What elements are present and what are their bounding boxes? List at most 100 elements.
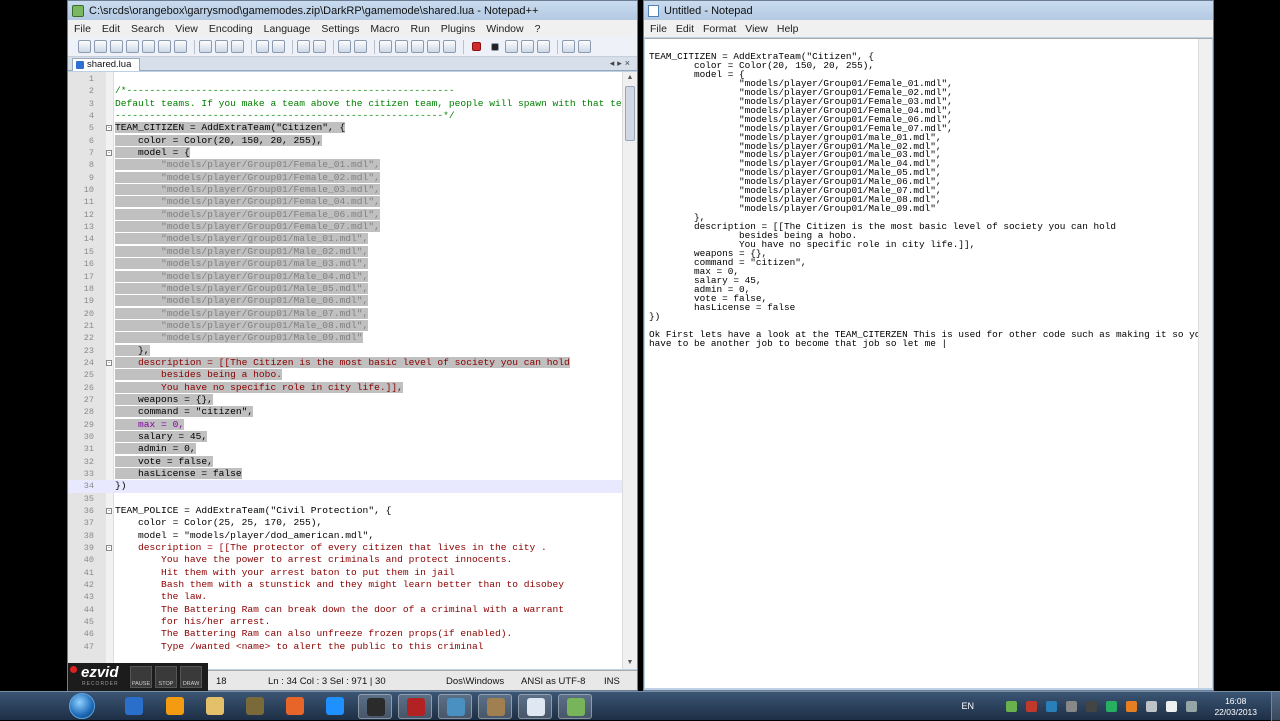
code-line[interactable]: 41 Hit them with your arrest baton to pu…: [68, 567, 622, 579]
code-line[interactable]: 22 "models/player/Group01/Male_09.mdl": [68, 332, 622, 344]
save-macro-icon[interactable]: [537, 40, 550, 53]
npp-titlebar[interactable]: C:\srcds\orangebox\garrysmod\gamemodes.z…: [68, 1, 637, 20]
code-line[interactable]: 6 color = Color(20, 150, 20, 255),: [68, 134, 622, 147]
code-line[interactable]: 23 },: [68, 344, 622, 357]
run-macro-multiple-icon[interactable]: [521, 40, 534, 53]
code-line[interactable]: 9 "models/player/Group01/Female_02.mdl",: [68, 171, 622, 184]
network-icon[interactable]: [1146, 701, 1157, 712]
notepad-menu-format[interactable]: Format: [703, 23, 736, 35]
code-line[interactable]: 36 - TEAM_POLICE = AddExtraTeam("Civil Pro…: [68, 505, 622, 517]
close-all-icon[interactable]: [158, 40, 171, 53]
notepad-titlebar[interactable]: Untitled - Notepad: [644, 1, 1213, 20]
taskbar-firefox-button[interactable]: [278, 694, 312, 719]
code-line[interactable]: 11 "models/player/Group01/Female_04.mdl"…: [68, 196, 622, 208]
open-file-icon[interactable]: [94, 40, 107, 53]
tray-app-icon[interactable]: [1046, 701, 1057, 712]
code-line[interactable]: 28 command = "citizen",: [68, 406, 622, 418]
notepad-menu-file[interactable]: File: [650, 23, 667, 35]
code-line[interactable]: 33 hasLicense = false: [68, 468, 622, 480]
code-line[interactable]: 37 color = Color(25, 25, 170, 255),: [68, 517, 622, 529]
fold-toggle-icon[interactable]: -: [106, 125, 112, 132]
print-icon[interactable]: [174, 40, 187, 53]
npp-menu-file[interactable]: File: [74, 23, 91, 35]
notepad-menu-view[interactable]: View: [745, 23, 768, 35]
indent-guide-icon[interactable]: [443, 40, 456, 53]
code-line[interactable]: 10 "models/player/Group01/Female_03.mdl"…: [68, 184, 622, 196]
code-line[interactable]: 45 for his/her arrest.: [68, 616, 622, 628]
npp-menu-run[interactable]: Run: [411, 23, 430, 35]
code-line[interactable]: 40 You have the power to arrest criminal…: [68, 554, 622, 566]
vertical-scrollbar[interactable]: ▲ ▼: [622, 72, 637, 669]
zoom-in-icon[interactable]: [338, 40, 351, 53]
spellcheck-icon[interactable]: [578, 40, 591, 53]
fold-toggle-icon[interactable]: -: [106, 545, 112, 552]
draw-button[interactable]: DRAW: [180, 666, 202, 688]
code-line[interactable]: 47 Type /wanted <name> to alert the publ…: [68, 641, 622, 653]
npp-menu-[interactable]: ?: [535, 23, 541, 35]
npp-menu-language[interactable]: Language: [264, 23, 311, 35]
show-all-chars-icon[interactable]: [427, 40, 440, 53]
copy-icon[interactable]: [215, 40, 228, 53]
code-line[interactable]: 18 "models/player/Group01/Male_05.mdl",: [68, 282, 622, 295]
tab-scroll-arrows-icon[interactable]: ◂▸×: [610, 58, 633, 69]
code-line[interactable]: 29 max = 0,: [68, 418, 622, 431]
redo-icon[interactable]: [272, 40, 285, 53]
code-line[interactable]: 8 "models/player/Group01/Female_01.mdl",: [68, 159, 622, 171]
code-line[interactable]: 26 You have no specific role in city lif…: [68, 381, 622, 394]
word-wrap-icon[interactable]: [411, 40, 424, 53]
code-line[interactable]: 20 "models/player/Group01/Male_07.mdl",: [68, 307, 622, 320]
scroll-down-icon[interactable]: ▼: [623, 657, 637, 669]
npp-menu-search[interactable]: Search: [131, 23, 164, 35]
code-line[interactable]: 4 ---------------------------------------…: [68, 110, 622, 122]
tab-shared-lua[interactable]: shared.lua: [72, 58, 141, 71]
scroll-thumb[interactable]: [625, 86, 635, 141]
find-icon[interactable]: [297, 40, 310, 53]
code-line[interactable]: 13 "models/player/Group01/Female_07.mdl"…: [68, 221, 622, 233]
fold-toggle-icon[interactable]: -: [106, 359, 112, 366]
npp-menu-edit[interactable]: Edit: [102, 23, 120, 35]
fold-toggle-icon[interactable]: -: [106, 508, 112, 515]
code-line[interactable]: 39 - description = [[The protector of eve…: [68, 542, 622, 554]
code-line[interactable]: 46 The Battering Ram can also unfreeze f…: [68, 628, 622, 640]
taskbar-gimp-button[interactable]: [478, 694, 512, 719]
code-line[interactable]: 17 "models/player/Group01/Male_04.mdl",: [68, 270, 622, 283]
code-line[interactable]: 30 salary = 45,: [68, 430, 622, 443]
code-line[interactable]: 5 - TEAM_CITIZEN = AddExtraTeam("Citizen",…: [68, 122, 622, 134]
sync-horizontal-icon[interactable]: [395, 40, 408, 53]
code-line[interactable]: 15 "models/player/Group01/Male_02.mdl",: [68, 245, 622, 258]
stop-button[interactable]: STOP: [155, 666, 177, 688]
start-button[interactable]: [69, 693, 95, 719]
code-line[interactable]: 2 /*-------------------------------------…: [68, 85, 622, 97]
taskbar-folder-button[interactable]: [198, 694, 232, 719]
taskbar-filezilla-button[interactable]: [398, 694, 432, 719]
code-line[interactable]: 44 The Battering Ram can break down the …: [68, 604, 622, 616]
npp-menu-macro[interactable]: Macro: [370, 23, 399, 35]
save-all-icon[interactable]: [126, 40, 139, 53]
code-editor[interactable]: 1 2/*------------------------------------…: [68, 72, 637, 669]
notepad-menu-help[interactable]: Help: [777, 23, 799, 35]
battery-icon[interactable]: [1186, 701, 1197, 712]
code-line[interactable]: 31 admin = 0,: [68, 443, 622, 455]
taskbar-media-player-button[interactable]: [158, 694, 192, 719]
code-line[interactable]: 19 "models/player/Group01/Male_06.mdl",: [68, 295, 622, 307]
code-line[interactable]: 32 vote = false,: [68, 455, 622, 468]
code-line[interactable]: 12 "models/player/Group01/Female_06.mdl"…: [68, 208, 622, 221]
close-icon[interactable]: [142, 40, 155, 53]
code-line[interactable]: 27 weapons = {},: [68, 393, 622, 406]
code-line[interactable]: 34}): [68, 480, 622, 493]
notepad-vertical-scrollbar[interactable]: [1198, 39, 1212, 688]
taskbar-notepad-button[interactable]: [518, 694, 552, 719]
taskbar-windows-explorer-button[interactable]: [117, 694, 151, 719]
code-line[interactable]: 16 "models/player/Group01/male_03.mdl",: [68, 258, 622, 270]
new-file-icon[interactable]: [78, 40, 91, 53]
code-line[interactable]: 1: [68, 73, 622, 85]
tray-app-icon[interactable]: [1106, 701, 1117, 712]
taskbar-network-button[interactable]: [438, 694, 472, 719]
zoom-out-icon[interactable]: [354, 40, 367, 53]
cut-icon[interactable]: [199, 40, 212, 53]
play-macro-icon[interactable]: [505, 40, 518, 53]
clock[interactable]: 16:08 22/03/2013: [1214, 696, 1257, 718]
fold-toggle-icon[interactable]: -: [106, 150, 112, 157]
code-line[interactable]: 24 - description = [[The Citizen is the m…: [68, 356, 622, 369]
code-line[interactable]: 21 "models/player/Group01/Male_08.mdl",: [68, 319, 622, 332]
